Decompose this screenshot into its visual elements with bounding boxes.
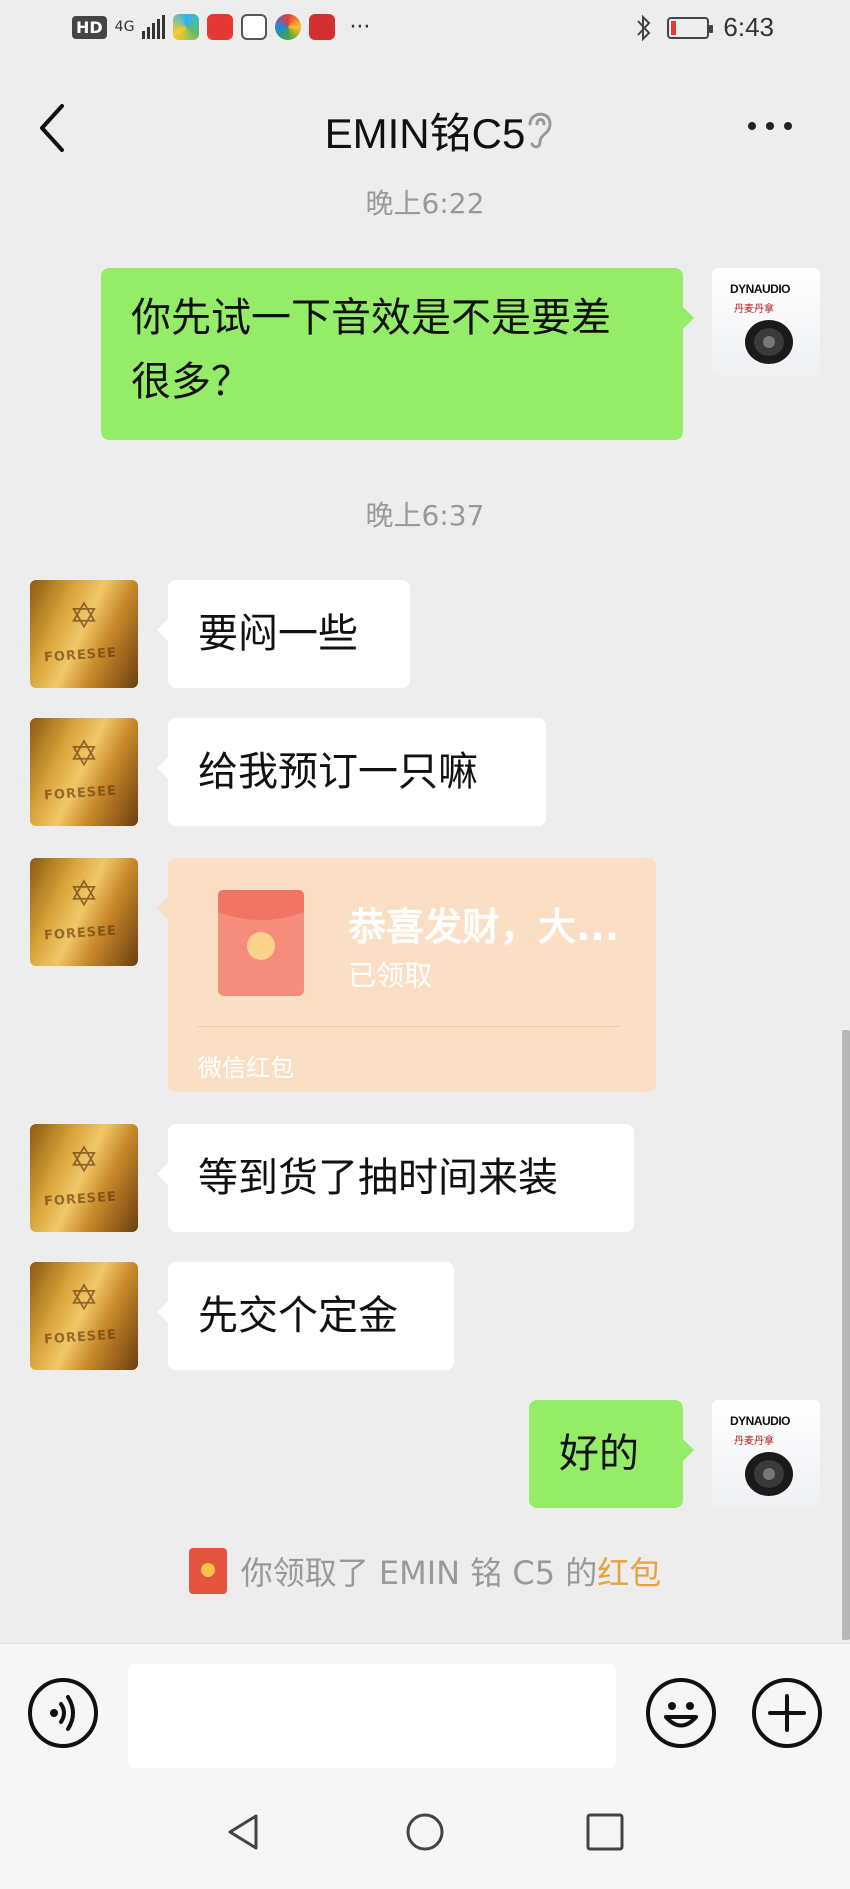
self-avatar[interactable]: DYNAUDIO 丹麦丹拿	[712, 268, 820, 376]
red-envelope-icon	[218, 890, 304, 996]
dot-icon	[766, 122, 774, 130]
avatar-brand-text: FORESEE	[43, 645, 118, 666]
message-input[interactable]	[128, 1664, 616, 1768]
message-bubble-outgoing[interactable]: 你先试一下音效是不是要差 很多？	[101, 268, 694, 440]
avatar-sub-text: 丹麦丹拿	[734, 1436, 774, 1447]
nav-home-icon[interactable]	[403, 1810, 447, 1854]
scrollbar-thumb[interactable]	[842, 1030, 850, 1640]
more-notifications-indicator: ···	[349, 14, 371, 40]
avatar-brand-text: DYNAUDIO	[730, 1414, 791, 1428]
emblem-icon: ✡	[68, 874, 100, 915]
message-bubble-incoming[interactable]: 给我预订一只嘛	[157, 718, 546, 826]
emoji-icon	[664, 1702, 698, 1728]
message-text: 先交个定金	[198, 1293, 398, 1339]
avatar-brand-text: FORESEE	[43, 923, 118, 944]
emblem-icon: ✡	[68, 734, 100, 775]
emblem-icon: ✡	[68, 596, 100, 637]
dot-icon	[784, 122, 792, 130]
app-notification-icon	[173, 14, 200, 40]
message-text: 你先试一下音效是不是要差 很多？	[131, 286, 611, 414]
emblem-icon: ✡	[68, 1140, 100, 1181]
emoji-button[interactable]	[646, 1678, 716, 1748]
avatar-brand-text: FORESEE	[43, 1327, 118, 1348]
message-text: 好的	[559, 1431, 639, 1477]
input-bar	[0, 1643, 850, 1775]
reader-app-icon	[207, 14, 234, 40]
message-bubble-outgoing[interactable]: 好的	[529, 1400, 694, 1508]
message-bubble-incoming[interactable]: 要闷一些	[157, 580, 410, 688]
signal-icon	[142, 15, 166, 39]
message-text: 等到货了抽时间来装	[198, 1155, 558, 1201]
network-type: 4G	[114, 19, 135, 35]
red-packet-link[interactable]: 红包	[597, 1548, 661, 1594]
status-right: 6:43	[635, 12, 774, 43]
message-line: 很多？	[131, 359, 251, 405]
voice-icon	[50, 1695, 75, 1731]
nav-recents-icon[interactable]	[583, 1810, 627, 1854]
dot-icon	[748, 122, 756, 130]
avatar-brand-text: FORESEE	[43, 783, 118, 804]
status-left: HD 4G ···	[72, 14, 370, 40]
divider	[198, 1026, 620, 1027]
message-timestamp: 晚上6:37	[365, 499, 485, 532]
battery-icon	[667, 16, 714, 39]
red-packet-status: 已领取	[348, 959, 433, 992]
avatar-brand-text: FORESEE	[43, 1189, 118, 1210]
hd-badge: HD	[72, 15, 107, 39]
status-time: 6:43	[723, 12, 774, 42]
plus-icon	[768, 1694, 806, 1732]
hand-app-icon	[241, 14, 268, 40]
red-packet-icon	[188, 1548, 227, 1594]
message-bubble-incoming[interactable]: 先交个定金	[157, 1262, 454, 1370]
system-nav-bar	[0, 1775, 850, 1889]
nav-back-icon[interactable]	[222, 1810, 266, 1854]
emblem-icon: ✡	[68, 1278, 100, 1319]
speaker-icon	[745, 1452, 793, 1496]
red-packet-footer: 微信红包	[198, 1054, 294, 1082]
message-text: 给我预订一只嘛	[198, 749, 478, 795]
avatar-brand-text: DYNAUDIO	[730, 282, 791, 296]
plus-button[interactable]	[752, 1678, 822, 1748]
chat-header: EMIN铭C5	[0, 60, 850, 188]
voice-button[interactable]	[28, 1678, 98, 1748]
self-avatar[interactable]: DYNAUDIO 丹麦丹拿	[712, 1400, 820, 1508]
contact-avatar[interactable]: ✡ FORESEE	[30, 1124, 138, 1232]
speaker-icon	[745, 320, 793, 364]
bluetooth-icon	[637, 14, 651, 41]
contact-avatar[interactable]: ✡ FORESEE	[30, 1262, 138, 1370]
ear-icon	[528, 112, 552, 149]
chat-title: EMIN铭C5	[324, 110, 526, 157]
contact-avatar[interactable]: ✡ FORESEE	[30, 718, 138, 826]
pinwheel-app-icon	[275, 14, 302, 40]
more-button[interactable]	[748, 122, 792, 130]
message-bubble-incoming[interactable]: 等到货了抽时间来装	[157, 1124, 634, 1232]
avatar-sub-text: 丹麦丹拿	[734, 304, 774, 315]
shopping-app-icon	[309, 14, 336, 40]
message-timestamp: 晚上6:22	[365, 187, 485, 220]
message-line: 你先试一下音效是不是要差	[131, 295, 611, 341]
red-packet-title: 恭喜发财，大...	[348, 905, 620, 949]
contact-avatar[interactable]: ✡ FORESEE	[30, 858, 138, 966]
message-text: 要闷一些	[198, 611, 358, 657]
system-message: 你领取了 EMIN 铭 C5 的红包	[0, 1548, 850, 1594]
status-bar: HD 4G ··· 6:43	[0, 0, 850, 60]
contact-avatar[interactable]: ✡ FORESEE	[30, 580, 138, 688]
system-message-text: 你领取了 EMIN 铭 C5 的	[240, 1554, 598, 1592]
red-packet-message[interactable]: 恭喜发财，大... 已领取 微信红包	[157, 858, 656, 1092]
